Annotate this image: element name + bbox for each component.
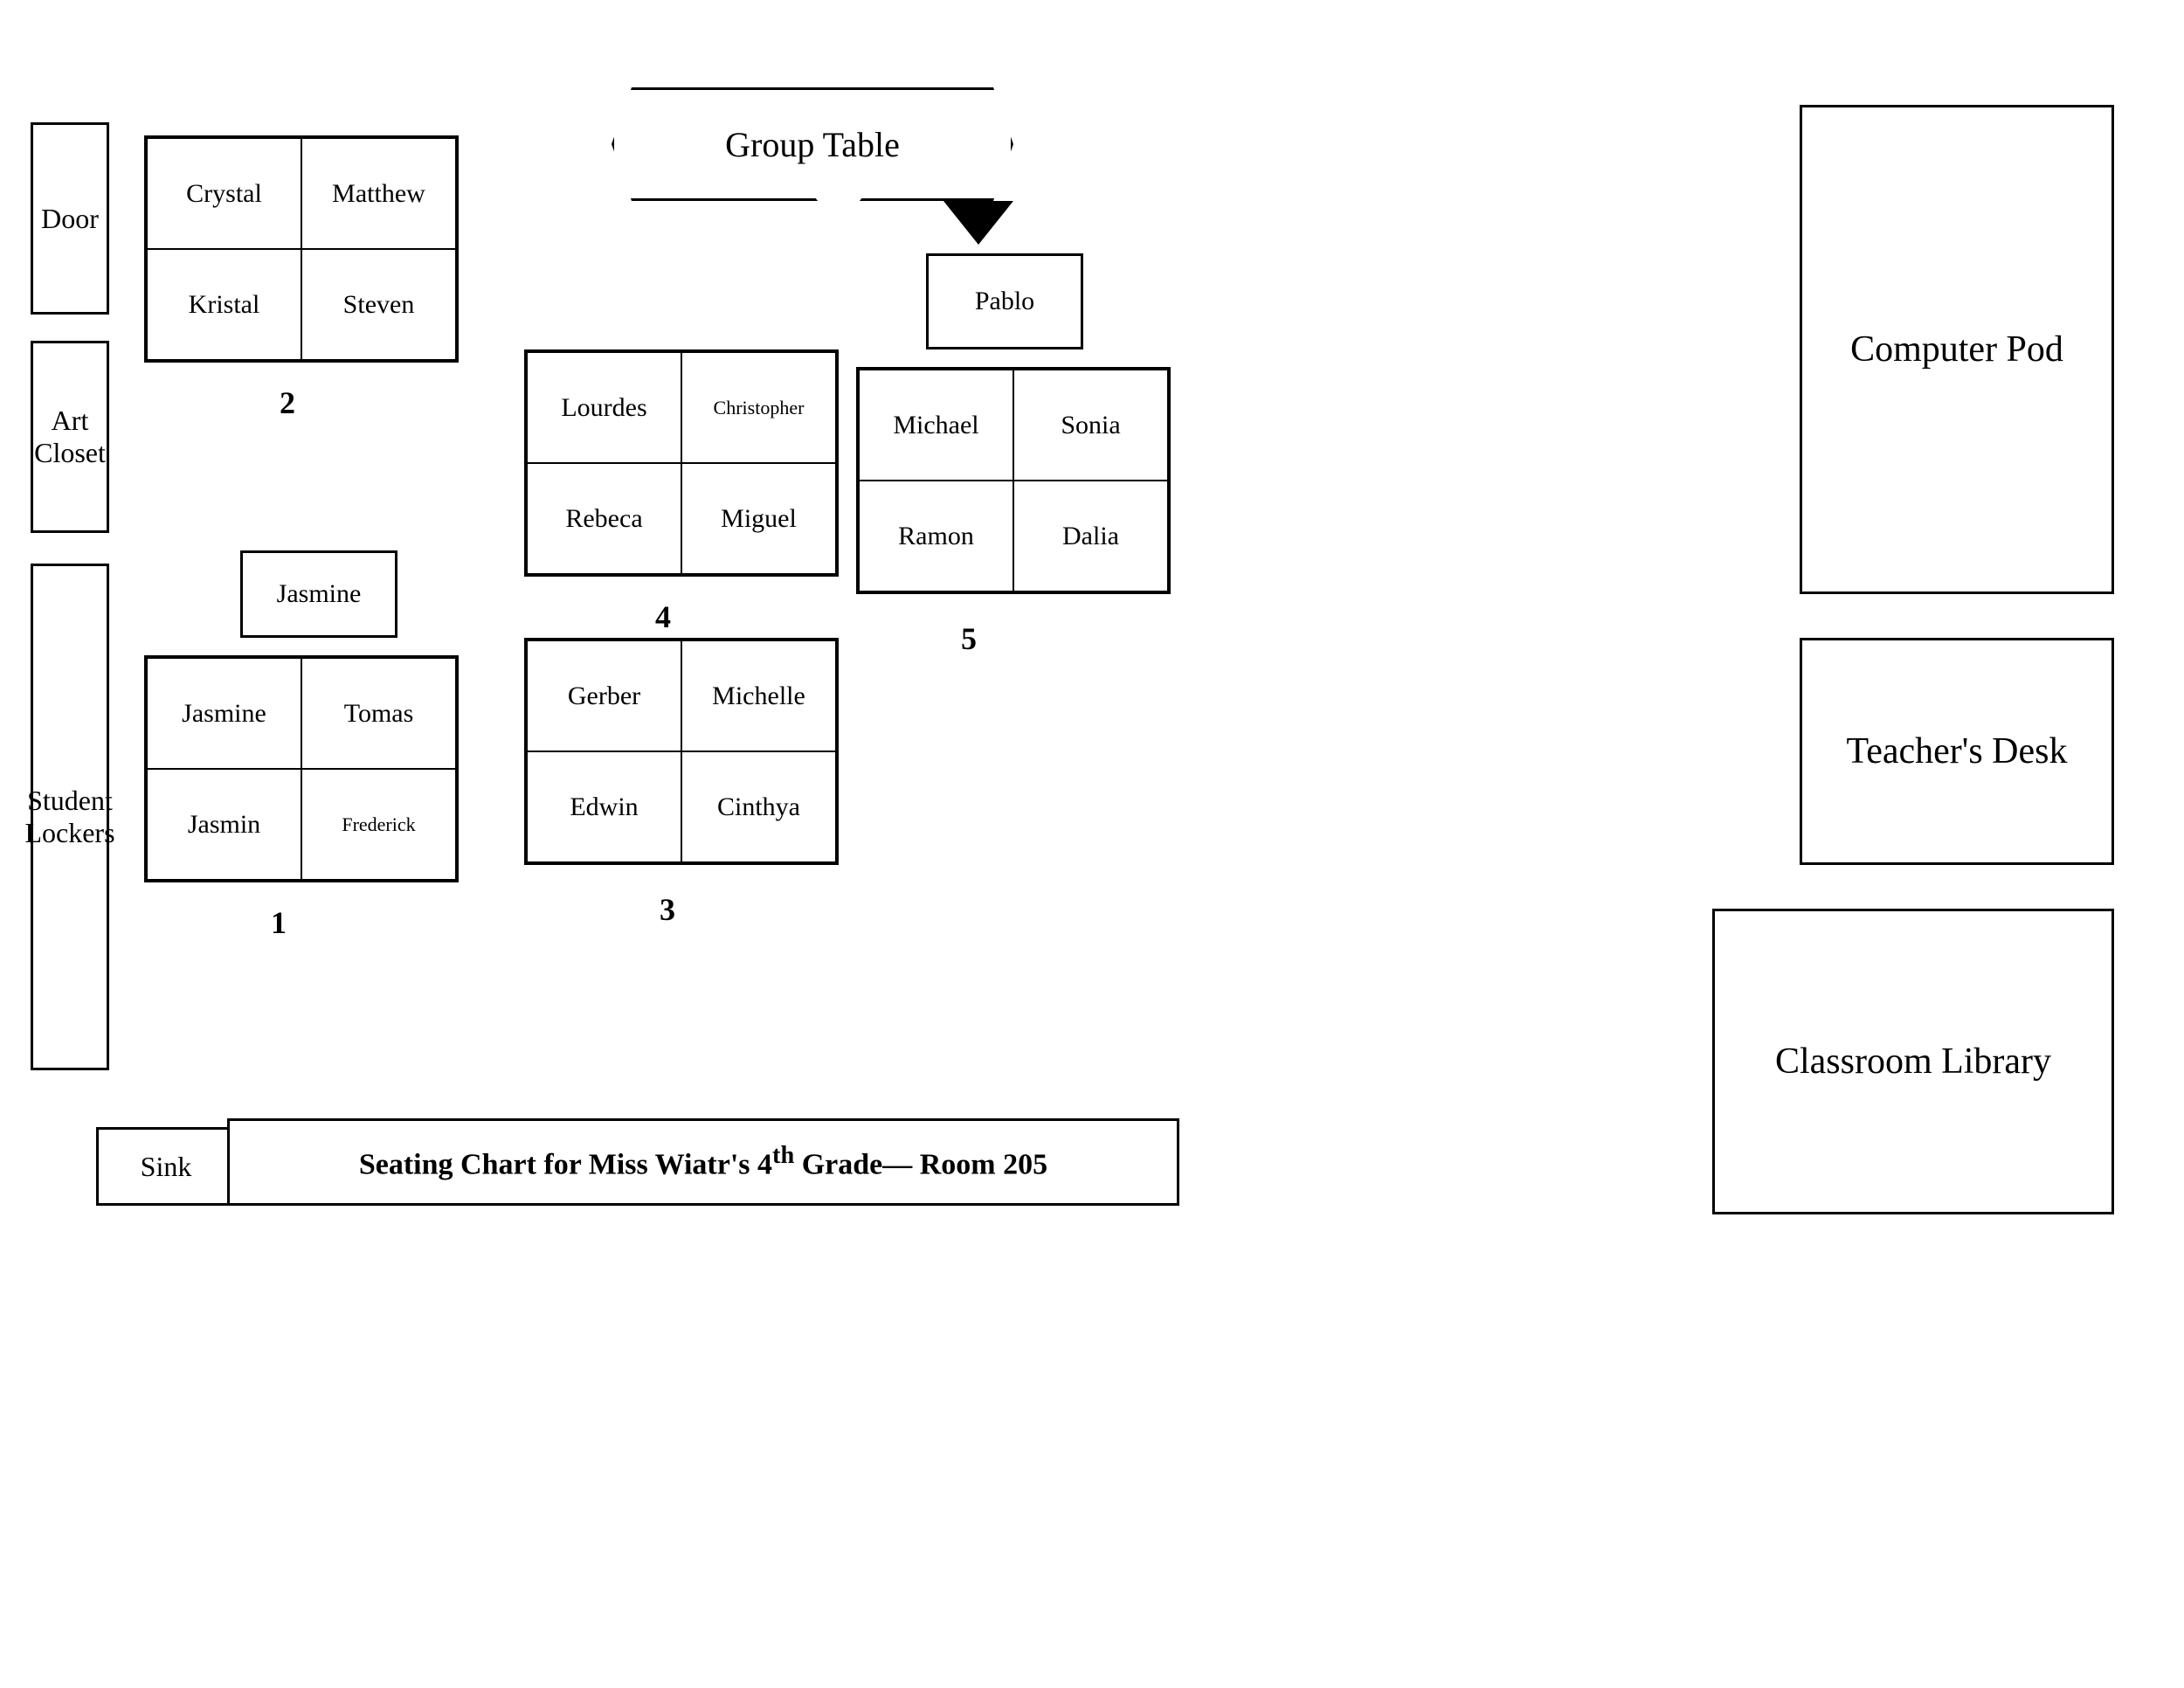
desk-ramon: Ramon	[859, 481, 1013, 591]
desk-kristal: Kristal	[147, 249, 301, 360]
desk-matthew: Matthew	[301, 138, 456, 249]
desk-rebeca: Rebeca	[527, 463, 681, 574]
desk-edwin: Edwin	[527, 751, 681, 862]
desk-miguel: Miguel	[681, 463, 836, 574]
student-lockers-label: Student Lockers	[31, 564, 109, 1070]
sink-label: Sink	[96, 1127, 236, 1206]
desk-michelle: Michelle	[681, 640, 836, 751]
desk-jasmine: Jasmine	[147, 658, 301, 769]
group-2-desks: Crystal Matthew Kristal Steven	[144, 135, 459, 363]
classroom-library-label: Classroom Library	[1712, 909, 2114, 1214]
chart-title: Seating Chart for Miss Wiatr's 4th Grade…	[227, 1118, 1179, 1206]
desk-jasmin: Jasmin	[147, 769, 301, 880]
desk-christopher: Christopher	[681, 352, 836, 463]
group-3-desks: Gerber Michelle Edwin Cinthya	[524, 638, 839, 865]
desk-frederick: Frederick	[301, 769, 456, 880]
group-4-number: 4	[655, 598, 671, 635]
desk-steven: Steven	[301, 249, 456, 360]
art-closet-label: Art Closet	[31, 341, 109, 533]
group-1-desks: Jasmine Tomas Jasmin Frederick	[144, 655, 459, 882]
group-2-number: 2	[280, 384, 295, 421]
desk-dalia: Dalia	[1013, 481, 1168, 591]
desk-jasmine-single: Jasmine	[240, 550, 397, 638]
group-5-desks: Michael Sonia Ramon Dalia	[856, 367, 1171, 594]
group-3-number: 3	[660, 891, 675, 928]
desk-michael: Michael	[859, 370, 1013, 481]
computer-pod-label: Computer Pod	[1800, 105, 2114, 594]
desk-gerber: Gerber	[527, 640, 681, 751]
group-5-number: 5	[961, 620, 977, 657]
desk-sonia: Sonia	[1013, 370, 1168, 481]
teachers-desk-label: Teacher's Desk	[1800, 638, 2114, 865]
desk-tomas: Tomas	[301, 658, 456, 769]
desk-lourdes: Lourdes	[527, 352, 681, 463]
group-1-number: 1	[271, 904, 287, 941]
group-4-desks: Lourdes Christopher Rebeca Miguel	[524, 349, 839, 577]
desk-cinthya: Cinthya	[681, 751, 836, 862]
desk-crystal: Crystal	[147, 138, 301, 249]
door-label: Door	[31, 122, 109, 315]
group-table-area: Group Table	[612, 87, 1013, 245]
desk-pablo: Pablo	[926, 253, 1083, 349]
classroom-layout: Door Art Closet Student Lockers Sink Com…	[0, 0, 2184, 1688]
